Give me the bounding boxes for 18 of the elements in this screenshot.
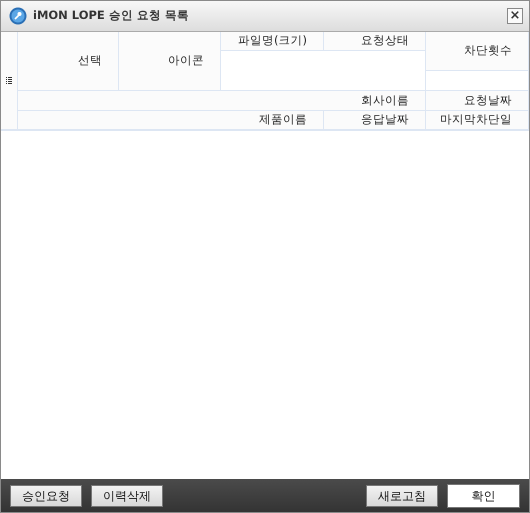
footer-button[interactable]: 확인 xyxy=(447,484,520,508)
column-header[interactable]: 선택 xyxy=(18,32,119,91)
column-header[interactable]: 회사이름 xyxy=(18,91,426,111)
footer-button[interactable]: 새로고침 xyxy=(366,484,438,506)
footer-button[interactable]: 이력삭제 xyxy=(91,484,163,506)
column-header[interactable]: 응답날짜 xyxy=(324,111,426,130)
column-header[interactable]: 차단횟수 xyxy=(426,32,529,71)
close-button[interactable]: × xyxy=(507,8,523,24)
column-header[interactable]: 아이콘 xyxy=(119,32,221,91)
key-logo-icon xyxy=(9,7,27,25)
window-title: iMON LOPE 승인 요청 목록 xyxy=(33,7,189,24)
column-header[interactable]: 제품이름 xyxy=(18,111,324,130)
column-header[interactable]: 요청날짜 xyxy=(426,91,529,111)
footer-button[interactable]: 승인요청 xyxy=(10,484,82,506)
column-header[interactable]: 요청상태 xyxy=(324,32,426,51)
column-menu-icon[interactable] xyxy=(6,76,12,84)
column-header[interactable]: 마지막차단일 xyxy=(426,111,529,130)
column-header[interactable]: 파일명(크기) xyxy=(221,32,324,51)
